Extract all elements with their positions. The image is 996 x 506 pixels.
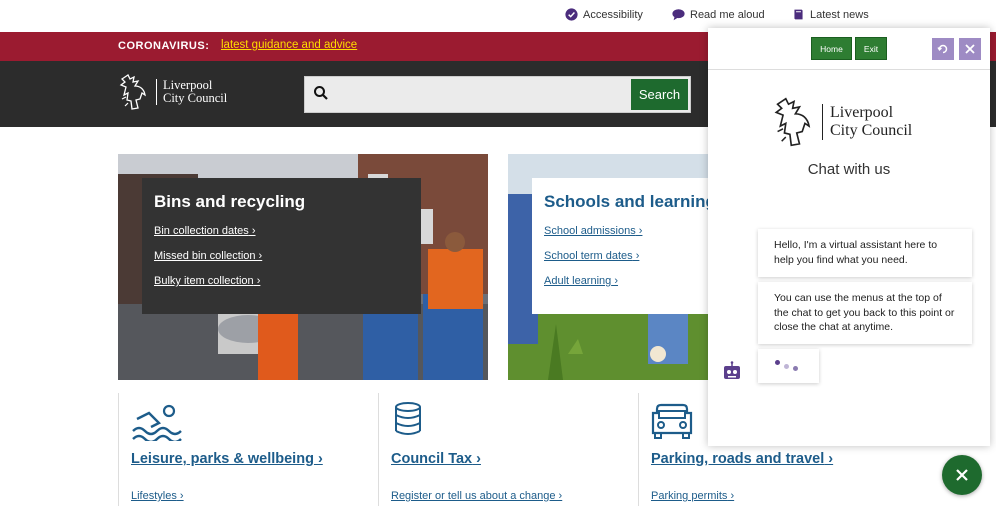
- corona-guidance-link[interactable]: latest guidance and advice: [221, 39, 357, 51]
- check-circle-icon: [565, 8, 578, 21]
- parking-permits-link[interactable]: Parking permits ›: [651, 490, 734, 502]
- read-aloud-link[interactable]: Read me aloud: [672, 8, 765, 21]
- tile-council-tax: Council Tax › Register or tell us about …: [378, 393, 618, 506]
- council-logo[interactable]: Liverpool City Council: [118, 73, 227, 111]
- bins-feature-card: Bins and recycling Bin collection dates …: [118, 154, 488, 380]
- chat-heading: Chat with us: [807, 161, 891, 178]
- leisure-title[interactable]: Leisure, parks & wellbeing ›: [131, 451, 323, 467]
- missed-bin-collection-link[interactable]: Missed bin collection ›: [154, 250, 409, 262]
- schools-feature-card: Schools and learning School admissions ›…: [508, 154, 708, 380]
- school-admissions-link[interactable]: School admissions ›: [544, 225, 708, 237]
- search-bar: Search: [304, 76, 691, 113]
- chat-toggle-button[interactable]: [942, 455, 982, 495]
- liver-bird-icon: [774, 97, 811, 147]
- chat-home-button[interactable]: Home: [811, 37, 852, 60]
- register-change-link[interactable]: Register or tell us about a change ›: [391, 490, 562, 502]
- corona-label: CORONAVIRUS:: [118, 40, 210, 52]
- tile-leisure: Leisure, parks & wellbeing › Lifestyles …: [118, 393, 358, 506]
- car-icon: [651, 403, 693, 439]
- chat-logo-line-1: Liverpool: [830, 104, 894, 121]
- typing-indicator: [758, 349, 819, 383]
- speech-bubble-icon: [672, 9, 685, 21]
- bot-avatar-icon: [724, 361, 740, 379]
- chat-panel: Home Exit Liverpool City Council Chat wi…: [708, 28, 990, 446]
- close-icon: [956, 469, 968, 481]
- parking-title[interactable]: Parking, roads and travel ›: [651, 451, 833, 467]
- logo-line-2: City Council: [163, 91, 228, 105]
- adult-learning-link[interactable]: Adult learning ›: [544, 275, 708, 287]
- search-button[interactable]: Search: [631, 79, 688, 110]
- chat-exit-button[interactable]: Exit: [855, 37, 887, 60]
- book-icon: [794, 9, 803, 20]
- lifestyles-link[interactable]: Lifestyles ›: [131, 490, 184, 502]
- school-term-dates-link[interactable]: School term dates ›: [544, 250, 708, 262]
- chat-toolbar: Home Exit: [708, 28, 990, 70]
- accessibility-link[interactable]: Accessibility: [565, 8, 643, 21]
- chat-restart-button[interactable]: [932, 38, 954, 60]
- schools-title: Schools and learning: [544, 192, 708, 211]
- liver-bird-icon: [119, 74, 146, 110]
- chat-message: Hello, I'm a virtual assistant here to h…: [758, 229, 972, 277]
- chat-council-logo: Liverpool City Council: [772, 96, 912, 148]
- council-tax-title[interactable]: Council Tax ›: [391, 451, 481, 467]
- refresh-icon: [937, 44, 948, 54]
- chat-logo-line-2: City Council: [830, 122, 913, 139]
- chat-close-button[interactable]: [959, 38, 981, 60]
- bins-title: Bins and recycling: [154, 192, 306, 211]
- close-icon: [965, 44, 975, 54]
- bin-collection-dates-link[interactable]: Bin collection dates ›: [154, 225, 409, 237]
- chat-message: You can use the menus at the top of the …: [758, 282, 972, 344]
- swimmer-icon: [132, 404, 182, 441]
- coins-icon: [395, 402, 421, 435]
- search-input[interactable]: [337, 81, 627, 108]
- bins-panel: Bins and recycling Bin collection dates …: [142, 178, 421, 314]
- search-icon: [314, 86, 328, 100]
- latest-news-link[interactable]: Latest news: [792, 8, 869, 21]
- bulky-item-collection-link[interactable]: Bulky item collection ›: [154, 275, 409, 287]
- schools-panel: Schools and learning School admissions ›…: [532, 178, 708, 314]
